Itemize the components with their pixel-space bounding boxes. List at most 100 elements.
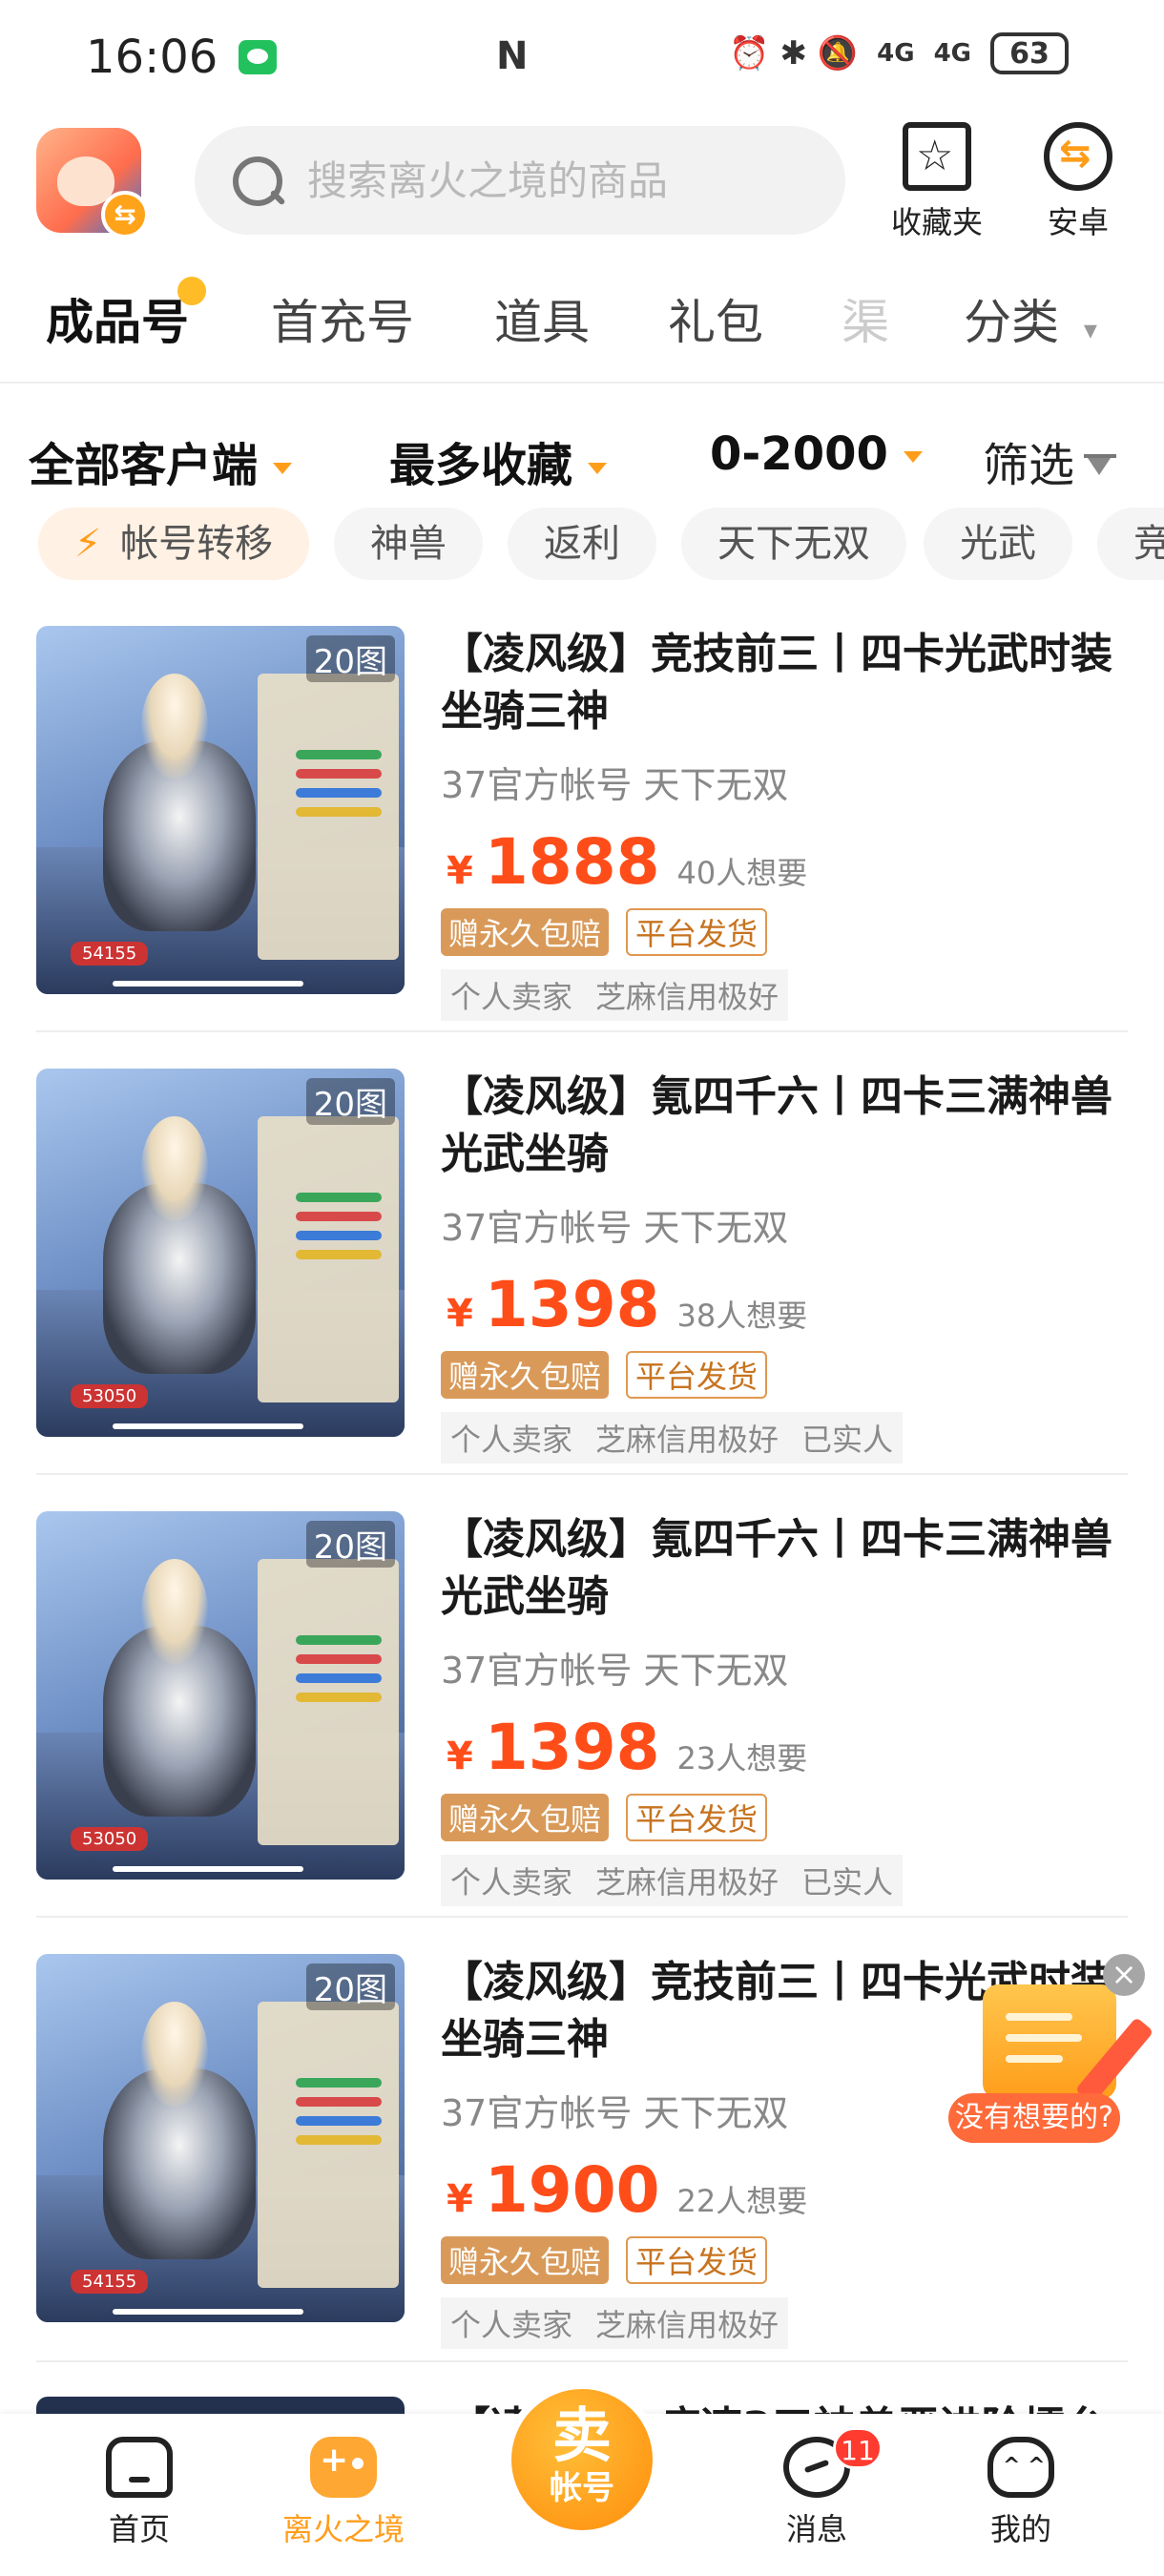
platform-delivery-tag: 平台发货 — [626, 1351, 768, 1399]
status-time: 16:06 — [86, 31, 218, 84]
listing-price: 1900 — [484, 2153, 660, 2227]
client-filter[interactable]: 全部客户端 — [29, 427, 293, 494]
seller-type: 个人卖家 — [450, 1864, 573, 1901]
caret-down-icon — [903, 451, 923, 463]
thumb-scroll-indicator — [113, 1866, 303, 1872]
listing-info: 【凌风级】氪四千六丨四卡三满神兽光武坐骑 37官方帐号 天下无双 ¥ 1398 … — [441, 1511, 1128, 1906]
platform-delivery-tag: 平台发货 — [626, 2236, 768, 2284]
filter-button[interactable]: 筛选 — [983, 427, 1117, 494]
thumb-stats-panel — [258, 2002, 399, 2288]
image-count: 20图 — [305, 1078, 395, 1125]
tag-row: 赠永久包赔 平台发货 — [441, 2236, 1128, 2284]
note-line — [1006, 2055, 1063, 2063]
tab-finished-accounts[interactable]: 成品号 — [46, 277, 206, 353]
listing-thumbnail[interactable]: 20图 53050 — [36, 1069, 405, 1437]
listing-thumbnail[interactable]: 20图 53050 — [36, 1511, 405, 1880]
quick-tag-chips: ⚡ 帐号转移 神兽 返利 天下无双 光武 竞 — [0, 508, 1164, 584]
tab-gift-packs[interactable]: 礼包 — [668, 284, 763, 353]
price-filter[interactable]: 0-2000 — [710, 427, 923, 481]
lightning-icon: ⚡ — [74, 522, 102, 566]
listing-card[interactable]: 20图 53050 【凌风级】氪四千六丨四卡三满神兽光武坐骑 37官方帐号 天下… — [0, 1069, 1164, 1469]
seller-info: 个人卖家 芝麻信用极好 — [441, 969, 789, 1021]
stat-bar — [296, 750, 382, 759]
nav-me[interactable]: 我的 — [935, 2437, 1107, 2549]
nav-label: 我的 — [989, 2511, 1051, 2547]
want-count: 40人想要 — [676, 855, 808, 891]
listing-subtitle: 37官方帐号 天下无双 — [441, 1207, 789, 1249]
image-count: 20图 — [305, 635, 395, 682]
seller-info: 个人卖家 芝麻信用极好 已实人 — [441, 1412, 904, 1464]
stat-bar — [296, 1231, 382, 1240]
sell-label: 卖 — [551, 2400, 612, 2470]
platform-delivery-tag: 平台发货 — [626, 1794, 768, 1841]
nav-label: 首页 — [108, 2511, 170, 2547]
currency-symbol: ¥ — [447, 1292, 473, 1336]
stat-bar — [296, 1693, 382, 1702]
thumb-stats-panel — [258, 674, 399, 960]
listing-title: 【凌风级】竞技前三丨四卡光武时装坐骑三神 — [441, 630, 1112, 736]
thumb-scroll-indicator — [113, 1423, 303, 1429]
listing-info: 【凌风级】氪四千六丨四卡三满神兽光武坐骑 37官方帐号 天下无双 ¥ 1398 … — [441, 1069, 1128, 1464]
stat-bar — [296, 2078, 382, 2088]
tab-items[interactable]: 道具 — [494, 284, 590, 353]
alarm-bluetooth-mute-icons: ⏰ ✱ 🔕 — [729, 34, 859, 73]
wish-note-icon[interactable] — [983, 1984, 1154, 2106]
sell-account-button[interactable]: 卖 帐号 — [504, 2381, 660, 2538]
price-row: ¥ 1398 23人想要 — [441, 1711, 1128, 1784]
listing-subtitle: 37官方帐号 天下无双 — [441, 764, 789, 806]
chip-light-weapon[interactable]: 光武 — [924, 508, 1072, 580]
category-tabs: 成品号 首充号 道具 礼包 渠 分类 ▾ — [0, 269, 1164, 374]
sort-filter[interactable]: 最多收藏 — [389, 427, 608, 494]
divider — [36, 1030, 1128, 1032]
tab-indicator-dot — [177, 277, 206, 305]
funnel-icon — [1084, 454, 1117, 483]
chip-account-transfer[interactable]: ⚡ 帐号转移 — [38, 508, 310, 580]
battery-icon: 63 — [990, 32, 1069, 74]
cat-face-icon — [987, 2437, 1054, 2498]
divider — [36, 2360, 1128, 2362]
stat-bar — [296, 2097, 382, 2107]
tab-category[interactable]: 分类 ▾ — [964, 284, 1097, 353]
stat-bar — [296, 2116, 382, 2126]
listing-price: 1398 — [484, 1711, 660, 1784]
power-score: 54155 — [71, 942, 149, 966]
listing-card[interactable]: 20图 54155 【凌风级】竞技前三丨四卡光武时装坐骑三神 37官方帐号 天下… — [0, 626, 1164, 1027]
client-filter-label: 全部客户端 — [29, 439, 259, 492]
switch-icon: ⇆ — [1044, 122, 1112, 191]
listing-price: 1398 — [484, 1268, 660, 1341]
nav-messages[interactable]: 11 消息 — [731, 2427, 903, 2549]
seller-type: 个人卖家 — [450, 2307, 573, 2343]
thumb-character — [141, 1559, 208, 1664]
switch-game-icon[interactable]: ⇆ — [101, 191, 149, 239]
search-bar[interactable] — [195, 126, 845, 235]
wechat-notification-icon — [239, 40, 278, 74]
chip-rebate[interactable]: 返利 — [508, 508, 656, 580]
stat-bar — [296, 1654, 382, 1664]
tab-first-charge[interactable]: 首充号 — [271, 284, 414, 353]
nav-home[interactable]: 首页 — [53, 2437, 225, 2549]
seller-info: 个人卖家 芝麻信用极好 — [441, 2297, 789, 2349]
close-icon[interactable]: × — [1103, 1954, 1145, 1996]
image-count: 20图 — [305, 1521, 395, 1568]
chip-divine-beast[interactable]: 神兽 — [334, 508, 483, 580]
favorites-button[interactable]: ☆ 收藏夹 — [880, 122, 994, 242]
price-row: ¥ 1398 38人想要 — [441, 1268, 1128, 1341]
platform-switch-button[interactable]: ⇆ 安卓 — [1021, 122, 1135, 242]
credit-rating: 芝麻信用极好 — [595, 1864, 779, 1901]
chip-more[interactable]: 竞 — [1097, 508, 1164, 580]
stat-bar — [296, 1673, 382, 1683]
chip-server[interactable]: 天下无双 — [681, 508, 906, 580]
game-logo[interactable]: ⇆ — [36, 128, 149, 239]
thumb-character — [141, 2002, 208, 2107]
nav-game[interactable]: 离火之境 — [258, 2437, 429, 2549]
stat-bar — [296, 769, 382, 779]
bottom-navigation: 首页 离火之境 卖 帐号 11 消息 我的 — [0, 2381, 1164, 2576]
status-bar: 16:06 N ⏰ ✱ 🔕 4G 4G 63 — [0, 0, 1164, 114]
listing-thumbnail[interactable]: 20图 54155 — [36, 1954, 405, 2322]
listing-card[interactable]: 20图 53050 【凌风级】氪四千六丨四卡三满神兽光武坐骑 37官方帐号 天下… — [0, 1511, 1164, 1912]
tab-channel[interactable]: 渠 — [842, 284, 889, 353]
search-input[interactable] — [307, 156, 803, 204]
listing-thumbnail[interactable]: 20图 54155 — [36, 626, 405, 994]
nav-label: 消息 — [785, 2511, 847, 2547]
wish-request-button[interactable]: 没有想要的? — [948, 2093, 1120, 2143]
